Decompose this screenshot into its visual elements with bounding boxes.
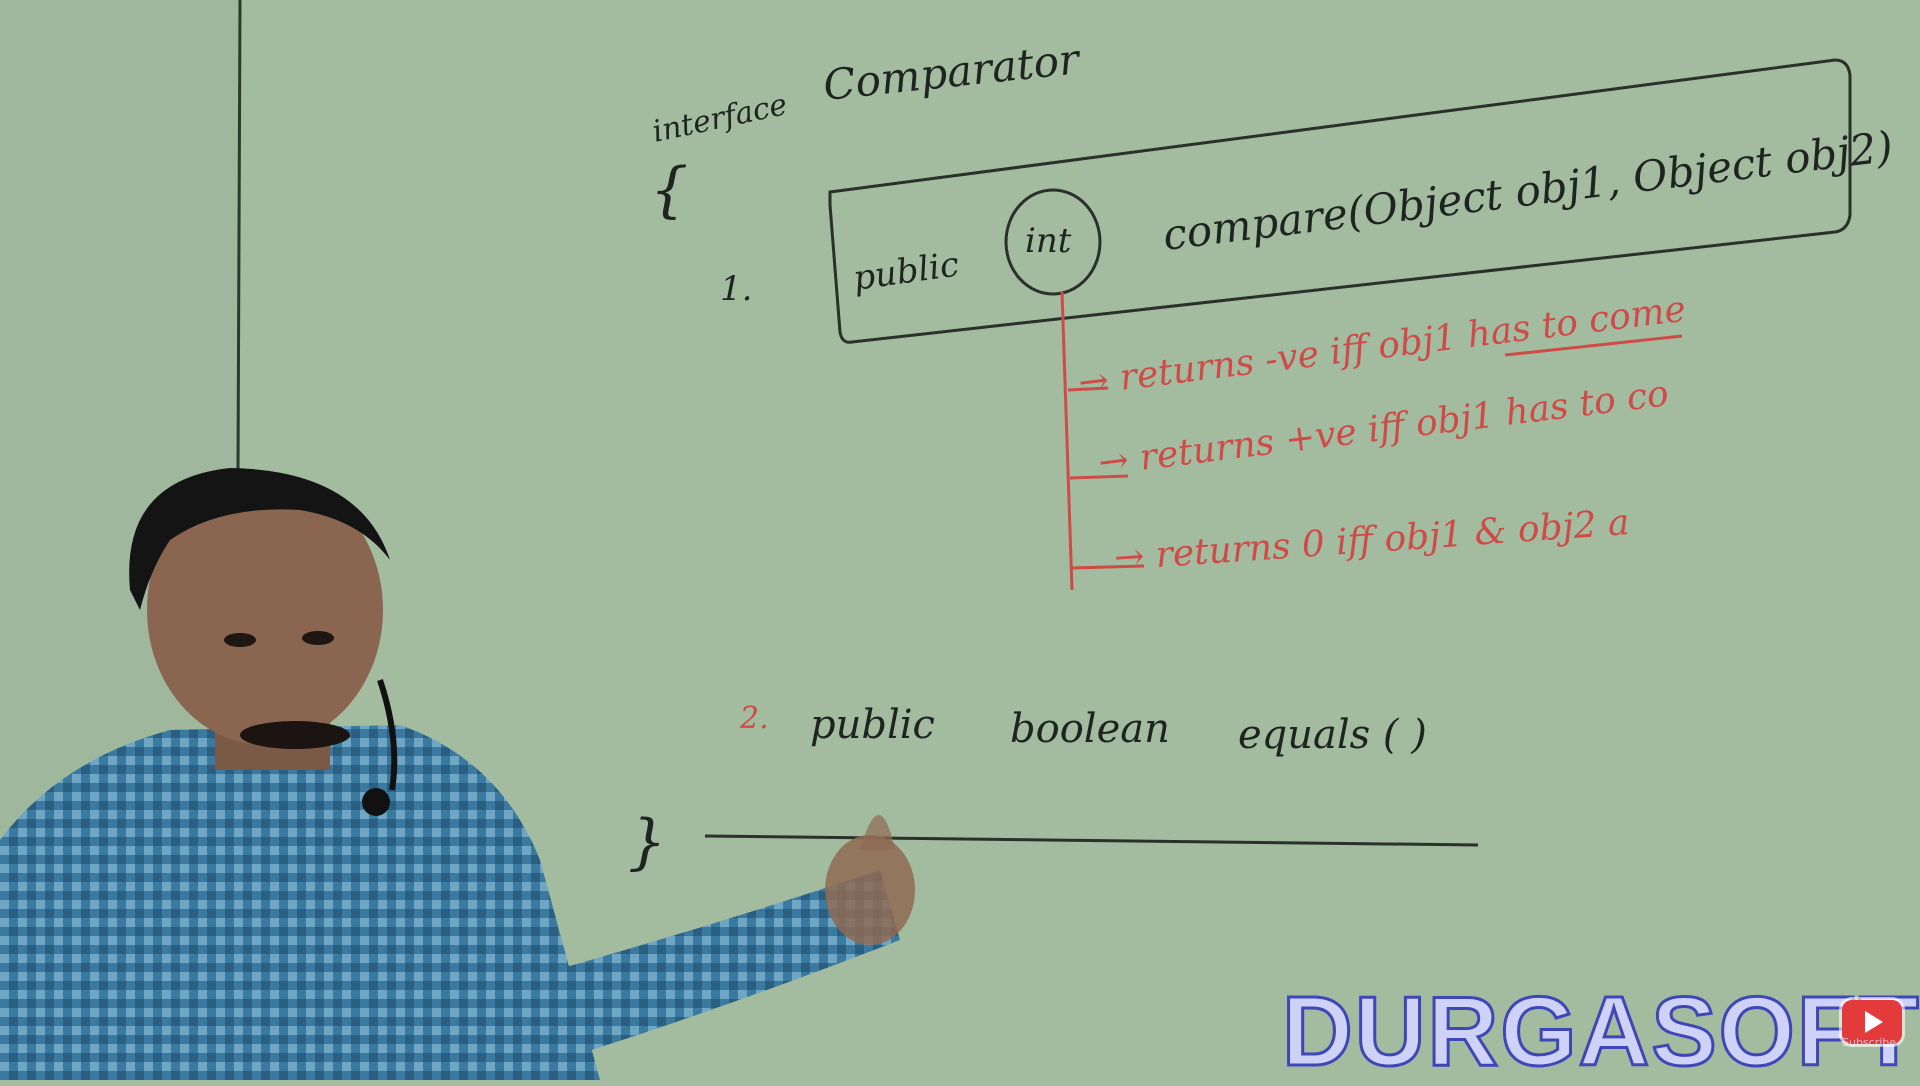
closing-underline bbox=[704, 834, 1479, 847]
presenter-eye-left bbox=[224, 633, 256, 647]
presenter-mustache bbox=[240, 721, 350, 749]
presenter-shirt bbox=[0, 725, 600, 1080]
durgasoft-watermark: DURGASOFT bbox=[1281, 976, 1920, 1086]
method2-name: equals ( ) bbox=[1238, 712, 1427, 758]
presenter bbox=[0, 468, 915, 1080]
method2-return-type: boolean bbox=[1010, 706, 1170, 752]
return-branch-line bbox=[1060, 291, 1074, 591]
return-zero-rule: → returns 0 iff obj1 & obj2 a bbox=[1113, 502, 1631, 579]
method1-modifier: public bbox=[851, 245, 962, 299]
method1-signature: compare(Object obj1, Object obj2) bbox=[1160, 122, 1895, 260]
title-keyword: interface bbox=[649, 87, 790, 150]
subscribe-label: Subscribe bbox=[1842, 1036, 1897, 1049]
headset-mic bbox=[362, 788, 390, 816]
panel-divider bbox=[236, 0, 242, 471]
method1-number: 1. bbox=[720, 269, 752, 309]
whiteboard: interface Comparator { 1. public int com… bbox=[0, 0, 1895, 1080]
method2-number: 2. bbox=[739, 701, 769, 736]
close-brace: } bbox=[628, 807, 666, 877]
presenter-finger bbox=[860, 815, 895, 850]
open-brace: { bbox=[650, 155, 688, 225]
title-name: Comparator bbox=[821, 34, 1084, 110]
method1-return-type: int bbox=[1025, 221, 1072, 261]
presenter-eye-right bbox=[302, 631, 334, 645]
presenter-hand bbox=[825, 835, 915, 945]
method2-modifier: public bbox=[810, 702, 935, 748]
